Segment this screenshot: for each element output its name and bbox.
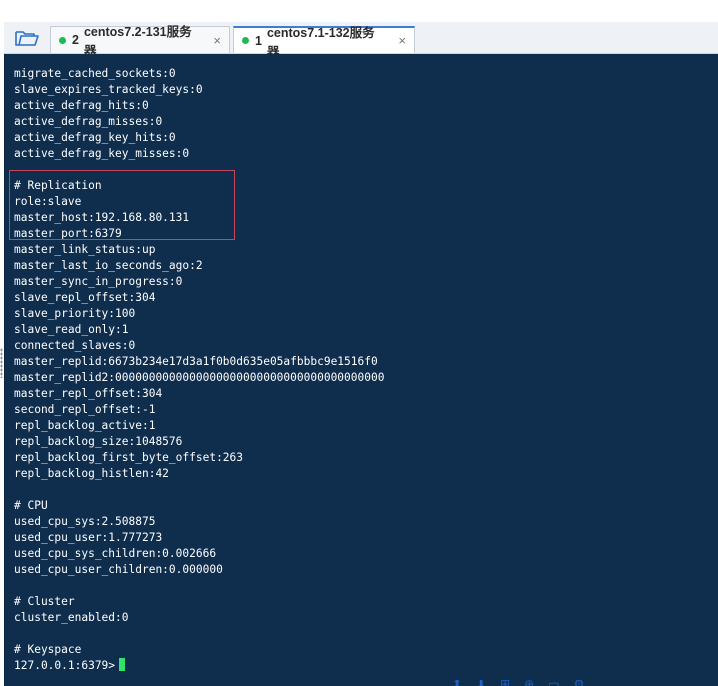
ssh-client-window: 2 centos7.2-131服务器 × 1 centos7.1-132服务器 … [0,0,718,686]
folder-icon[interactable] [14,28,42,48]
terminal-line: # Cluster [14,595,75,608]
terminal-line: active_defrag_key_misses:0 [14,147,190,160]
terminal-prompt-line[interactable]: 127.0.0.1:6379> [14,658,384,674]
terminal-line: slave_priority:100 [14,307,136,320]
terminal-line: master_host:192.168.80.131 [14,211,190,224]
terminal-line: used_cpu_sys:2.508875 [14,515,156,528]
terminal-line: role:slave [14,195,82,208]
status-dot-icon [242,37,249,44]
session-tab-bar: 2 centos7.2-131服务器 × 1 centos7.1-132服务器 … [4,22,718,59]
tab-number: 2 [72,33,79,47]
tab-centos-131[interactable]: 2 centos7.2-131服务器 × [50,25,230,58]
terminal-line: active_defrag_misses:0 [14,115,163,128]
close-icon[interactable]: × [213,33,221,48]
terminal-prompt: 127.0.0.1:6379> [14,659,116,672]
terminal-line: master_repl_offset:304 [14,387,163,400]
bottom-toolbar: ⬆ ⬇ ⊞ ⊕ ▭ ⚙ [452,680,718,686]
terminal-line: second_repl_offset:-1 [14,403,156,416]
terminal-line: master_last_io_seconds_ago:2 [14,259,203,272]
toolbar-icon[interactable]: ⚙ [574,680,585,686]
terminal-line: repl_backlog_histlen:42 [14,467,169,480]
close-icon[interactable]: × [398,33,406,48]
terminal-line: used_cpu_sys_children:0.002666 [14,547,217,560]
terminal-line: used_cpu_user_children:0.000000 [14,563,223,576]
terminal-output[interactable]: migrate_cached_sockets:0 slave_expires_tr… [4,54,718,686]
toolbar-icon[interactable]: ▭ [548,680,559,686]
terminal-text: migrate_cached_sockets:0 slave_expires_tr… [14,66,384,674]
terminal-line: # Keyspace [14,643,82,656]
terminal-line: repl_backlog_active:1 [14,419,156,432]
terminal-line: master_link_status:up [14,243,156,256]
terminal-line: slave_read_only:1 [14,323,129,336]
terminal-line: master_sync_in_progress:0 [14,275,183,288]
terminal-line: slave_expires_tracked_keys:0 [14,83,203,96]
toolbar-icon[interactable]: ⬆ [452,680,462,686]
terminal-line: master_port:6379 [14,227,122,240]
terminal-line: # CPU [14,499,48,512]
terminal-line: used_cpu_user:1.777273 [14,531,163,544]
terminal-line: master_replid2:0000000000000000000000000… [14,371,385,384]
terminal-line: active_defrag_key_hits:0 [14,131,176,144]
terminal-line: # Replication [14,179,102,192]
terminal-line: migrate_cached_sockets:0 [14,67,176,80]
terminal-line: cluster_enabled:0 [14,611,129,624]
terminal-line: active_defrag_hits:0 [14,99,149,112]
toolbar-icon[interactable]: ⊕ [524,680,534,686]
terminal-line: connected_slaves:0 [14,339,136,352]
window-top-strip [0,0,718,22]
terminal-line: master_replid:6673b234e17d3a1f0b0d635e05… [14,355,378,368]
cursor-block [119,658,126,671]
status-dot-icon [59,36,66,44]
terminal-line: repl_backlog_size:1048576 [14,435,183,448]
tab-number: 1 [255,33,262,48]
terminal-line: slave_repl_offset:304 [14,291,156,304]
toolbar-icon[interactable]: ⊞ [500,680,510,686]
tab-centos-132[interactable]: 1 centos7.1-132服务器 × [233,26,415,59]
resize-handle[interactable] [0,348,3,378]
terminal-line: repl_backlog_first_byte_offset:263 [14,451,244,464]
toolbar-icon[interactable]: ⬇ [476,680,486,686]
